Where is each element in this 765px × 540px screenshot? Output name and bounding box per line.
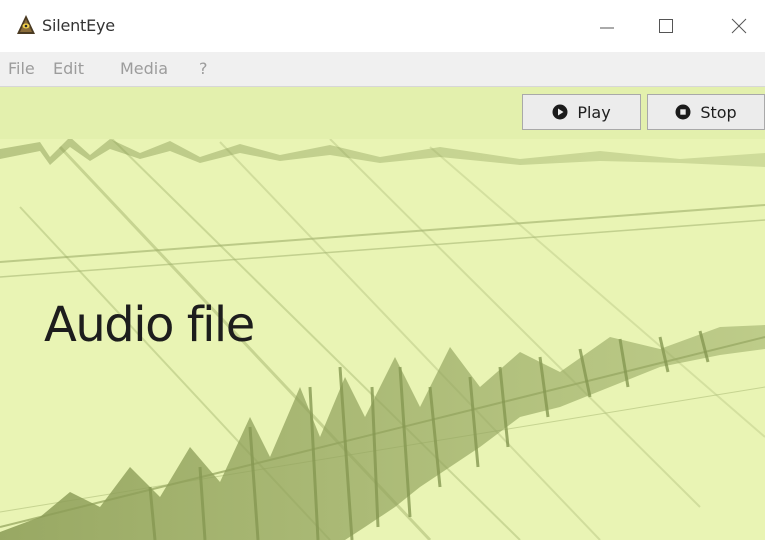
- stop-button[interactable]: Stop: [647, 94, 765, 130]
- close-button[interactable]: [724, 12, 754, 40]
- silenteye-logo-icon: [17, 15, 35, 34]
- menu-help[interactable]: ?: [199, 59, 208, 78]
- play-button[interactable]: Play: [522, 94, 641, 130]
- window-title: SilentEye: [42, 16, 115, 35]
- minimize-icon: [600, 27, 614, 29]
- menu-file[interactable]: File: [8, 59, 35, 78]
- stop-icon: [675, 104, 691, 120]
- maximize-icon: [659, 19, 673, 33]
- close-icon: [731, 18, 747, 34]
- menu-media[interactable]: Media: [120, 59, 168, 78]
- audio-canvas: Play Stop Audio file: [0, 87, 765, 540]
- menu-edit[interactable]: Edit: [53, 59, 84, 78]
- maximize-button[interactable]: [651, 12, 681, 40]
- play-label: Play: [577, 102, 611, 122]
- play-icon: [552, 104, 568, 120]
- stop-label: Stop: [700, 102, 737, 122]
- menu-bar: File Edit Media ?: [0, 52, 765, 87]
- minimize-button[interactable]: [592, 12, 622, 40]
- media-type-heading: Audio file: [44, 297, 255, 353]
- title-bar: SilentEye: [0, 0, 765, 52]
